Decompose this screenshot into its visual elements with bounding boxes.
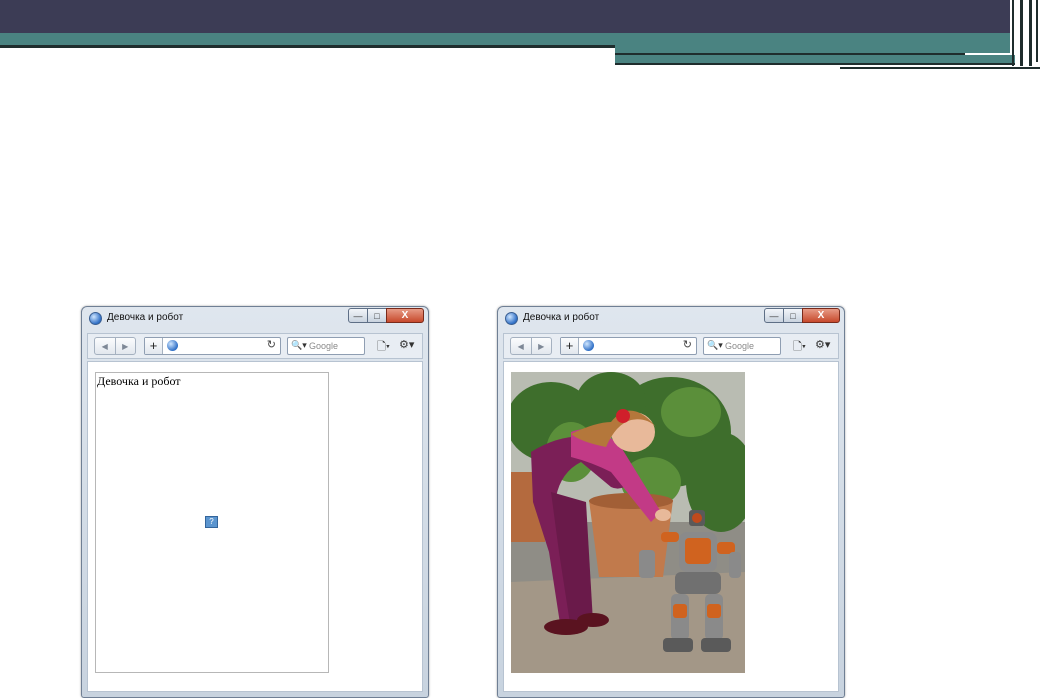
page-content: Девочка и робот ?	[87, 361, 423, 692]
browser-window-broken-image: Девочка и робот — □ X ◀ ▶ + ↻ 🔍▾ Google …	[81, 306, 429, 698]
broken-image: Девочка и робот ?	[95, 372, 329, 673]
girl-and-robot-photo	[511, 372, 745, 673]
gear-icon[interactable]: ⚙▾	[815, 338, 830, 351]
window-title: Девочка и робот	[523, 312, 600, 323]
search-box[interactable]: 🔍▾ Google	[287, 337, 365, 355]
slide-header-vertical-bar	[1020, 0, 1023, 66]
page-menu-icon[interactable]: 🗋▾	[793, 338, 806, 357]
globe-icon	[583, 340, 594, 351]
window-controls: — □ X	[764, 308, 840, 323]
title-bar[interactable]: Девочка и робот — □ X	[82, 307, 428, 331]
slide-header-bar	[0, 0, 1010, 33]
close-button[interactable]: X	[386, 308, 424, 323]
slide-header-stripe-lower	[615, 55, 1015, 63]
photo-illustration	[511, 372, 745, 673]
search-box[interactable]: 🔍▾ Google	[703, 337, 781, 355]
forward-icon[interactable]: ▶	[532, 338, 552, 354]
gear-icon[interactable]: ⚙▾	[399, 338, 414, 351]
new-tab-icon[interactable]: +	[145, 338, 163, 354]
forward-icon[interactable]: ▶	[116, 338, 136, 354]
search-placeholder: Google	[725, 341, 755, 351]
browser-globe-icon	[505, 312, 518, 325]
maximize-button[interactable]: □	[367, 308, 387, 323]
slide-header-vertical-bar	[1029, 0, 1032, 66]
address-bar[interactable]: + ↻	[144, 337, 281, 355]
browser-toolbar: ◀ ▶ + ↻ 🔍▾ Google 🗋▾ ⚙▾	[87, 333, 423, 359]
search-placeholder: Google	[309, 341, 339, 351]
back-icon[interactable]: ◀	[511, 338, 532, 354]
slide-header-line-bottom	[840, 67, 1040, 69]
browser-globe-icon	[89, 312, 102, 325]
broken-image-icon: ?	[205, 516, 218, 528]
slide-header-stripe-right	[615, 45, 1010, 53]
new-tab-icon[interactable]: +	[561, 338, 579, 354]
slide-header-line	[0, 45, 615, 48]
back-icon[interactable]: ◀	[95, 338, 116, 354]
reload-icon[interactable]: ↻	[267, 338, 276, 351]
slide-header-line-lower	[615, 63, 1015, 65]
nav-buttons: ◀ ▶	[94, 337, 136, 355]
address-bar[interactable]: + ↻	[560, 337, 697, 355]
slide-header-vertical-bar	[1036, 0, 1038, 62]
maximize-button[interactable]: □	[783, 308, 803, 323]
browser-window-photo: Девочка и робот — □ X ◀ ▶ + ↻ 🔍▾ Google …	[497, 306, 845, 698]
reload-icon[interactable]: ↻	[683, 338, 692, 351]
page-content	[503, 361, 839, 692]
search-icon: 🔍▾	[707, 340, 723, 350]
page-menu-icon[interactable]: 🗋▾	[377, 338, 390, 357]
globe-icon	[167, 340, 178, 351]
minimize-button[interactable]: —	[348, 308, 368, 323]
search-icon: 🔍▾	[291, 340, 307, 350]
minimize-button[interactable]: —	[764, 308, 784, 323]
window-controls: — □ X	[348, 308, 424, 323]
window-title: Девочка и робот	[107, 312, 184, 323]
slide-header-stripe	[0, 33, 1010, 45]
nav-buttons: ◀ ▶	[510, 337, 552, 355]
slide-header-vertical-bar	[1012, 0, 1014, 66]
close-button[interactable]: X	[802, 308, 840, 323]
title-bar[interactable]: Девочка и робот — □ X	[498, 307, 844, 331]
image-alt-text: Девочка и робот	[97, 374, 181, 388]
browser-toolbar: ◀ ▶ + ↻ 🔍▾ Google 🗋▾ ⚙▾	[503, 333, 839, 359]
